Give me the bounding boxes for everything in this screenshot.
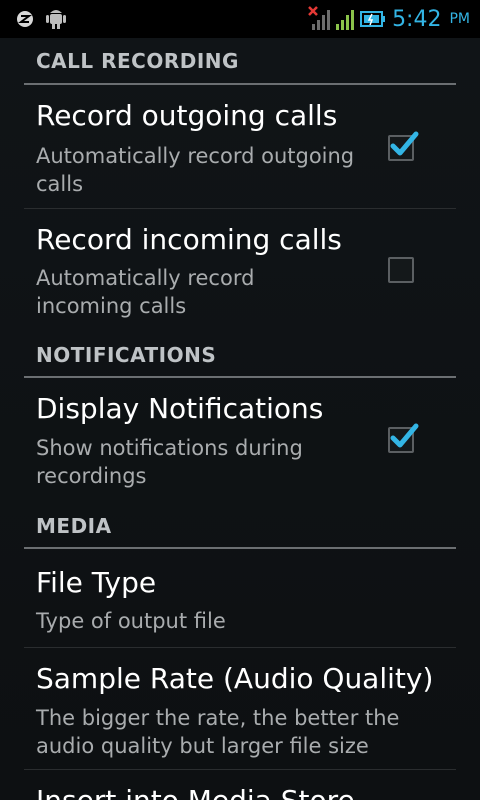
section-header-notifications: NOTIFICATIONS <box>36 343 217 367</box>
pref-record-incoming[interactable]: Record incoming calls Automatically reco… <box>0 209 480 331</box>
pref-summary: Automatically record incoming calls <box>36 266 255 318</box>
pref-title: Sample Rate (Audio Quality) <box>36 662 434 695</box>
pref-insert-media-store[interactable]: Insert into Media Store <box>0 770 480 800</box>
pref-sample-rate[interactable]: Sample Rate (Audio Quality) The bigger t… <box>0 648 480 768</box>
status-bar: 5:42 PM <box>0 0 480 38</box>
checkmark-icon <box>390 423 419 448</box>
clock-ampm: PM <box>449 11 470 27</box>
pref-title: File Type <box>36 566 157 599</box>
pref-summary: Show notifications during recordings <box>36 436 303 488</box>
checkmark-icon <box>390 131 419 156</box>
pref-summary: Automatically record outgoing calls <box>36 144 355 196</box>
pref-title: Insert into Media Store <box>36 784 355 800</box>
battery-charging-icon <box>360 11 386 27</box>
clock-time: 5:42 <box>392 6 442 32</box>
display-notifications-checkbox[interactable] <box>388 423 419 453</box>
pref-title: Record incoming calls <box>36 223 342 256</box>
pref-file-type[interactable]: File Type Type of output file <box>0 549 480 646</box>
pref-summary: Type of output file <box>36 609 226 633</box>
call-recorder-notification-icon <box>17 11 33 27</box>
signal-no-service-icon <box>308 6 331 30</box>
android-debug-icon <box>46 10 66 29</box>
signal-strength-icon <box>336 8 355 30</box>
section-header-call-recording: CALL RECORDING <box>36 49 239 73</box>
record-outgoing-checkbox[interactable] <box>388 131 419 161</box>
pref-title: Display Notifications <box>36 392 324 425</box>
preferences-list[interactable]: CALL RECORDING Record outgoing calls Aut… <box>0 38 480 800</box>
pref-display-notifications[interactable]: Display Notifications Show notifications… <box>0 378 480 503</box>
section-header-media: MEDIA <box>36 514 112 538</box>
pref-title: Record outgoing calls <box>36 99 338 132</box>
pref-summary: The bigger the rate, the better the audi… <box>36 706 400 758</box>
record-incoming-checkbox[interactable] <box>388 257 414 283</box>
pref-record-outgoing[interactable]: Record outgoing calls Automatically reco… <box>0 85 480 207</box>
